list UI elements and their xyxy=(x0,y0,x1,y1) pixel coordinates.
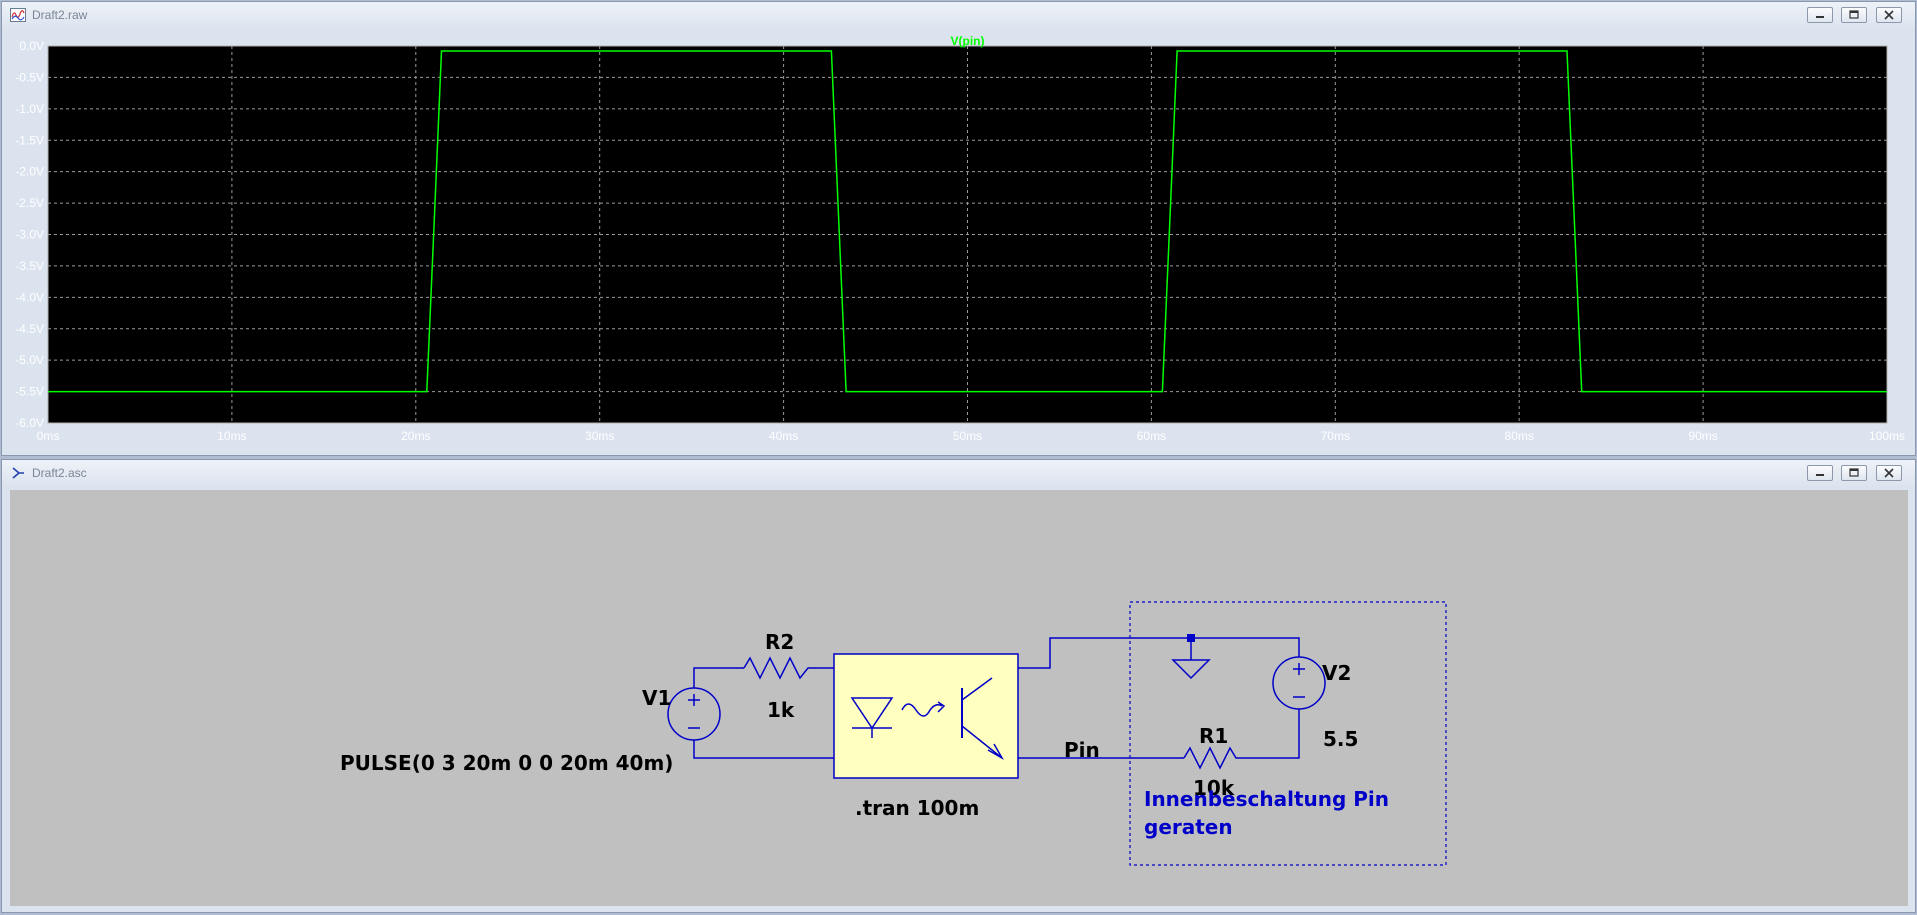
optocoupler[interactable] xyxy=(833,653,1019,779)
x-tick-label: 70ms xyxy=(1321,429,1350,443)
x-tick-label: 60ms xyxy=(1137,429,1166,443)
schematic-window: Draft2.asc V1 PULSE(0 3 20m 0 0 20m 40m)… xyxy=(1,459,1916,913)
v2-value-label[interactable]: 5.5 xyxy=(1323,727,1358,751)
y-tick-label: -5.0V xyxy=(15,353,44,367)
x-tick-label: 40ms xyxy=(769,429,798,443)
y-tick-label: -1.0V xyxy=(15,102,44,116)
schematic-canvas[interactable]: V1 PULSE(0 3 20m 0 0 20m 40m) R2 1k V2 5… xyxy=(10,490,1908,906)
schematic-icon xyxy=(12,467,24,479)
close-button[interactable] xyxy=(1876,465,1902,481)
minimize-button[interactable] xyxy=(1807,7,1833,23)
minimize-icon xyxy=(1816,16,1824,18)
r2-value-label[interactable]: 1k xyxy=(767,698,794,722)
waveform-window-title: Draft2.raw xyxy=(32,8,88,22)
comment-text-line1[interactable]: Innenbeschaltung Pin xyxy=(1144,785,1389,813)
y-tick-label: -2.5V xyxy=(15,196,44,210)
minimize-icon xyxy=(1816,474,1824,476)
restore-icon xyxy=(1849,10,1859,19)
y-tick-label: -6.0V xyxy=(15,416,44,430)
y-tick-label: -4.0V xyxy=(15,290,44,304)
wire-v1-r2[interactable] xyxy=(693,667,744,688)
x-tick-label: 90ms xyxy=(1688,429,1717,443)
v2-name-label[interactable]: V2 xyxy=(1322,661,1351,685)
spice-directive[interactable]: .tran 100m xyxy=(855,796,979,820)
close-icon xyxy=(1884,10,1894,20)
y-tick-label: -0.5V xyxy=(15,70,44,84)
r2-name-label[interactable]: R2 xyxy=(765,630,794,654)
v1-name-label[interactable]: V1 xyxy=(642,686,671,710)
y-tick-label: -3.5V xyxy=(15,259,44,273)
schematic-window-title: Draft2.asc xyxy=(32,466,87,480)
minimize-button[interactable] xyxy=(1807,465,1833,481)
waveform-icon xyxy=(10,8,26,22)
x-tick-label: 50ms xyxy=(953,429,982,443)
waveform-window-titlebar[interactable]: Draft2.raw xyxy=(2,2,1915,28)
y-tick-label: 0.0V xyxy=(19,39,44,53)
v1-value-label[interactable]: PULSE(0 3 20m 0 0 20m 40m) xyxy=(340,751,673,775)
x-tick-label: 80ms xyxy=(1505,429,1534,443)
comment-text-line2[interactable]: geraten xyxy=(1144,813,1233,841)
restore-icon xyxy=(1849,468,1859,477)
close-button[interactable] xyxy=(1876,7,1902,23)
resistor-r1[interactable] xyxy=(1183,746,1240,770)
y-tick-label: -3.0V xyxy=(15,228,44,242)
x-tick-label: 10ms xyxy=(217,429,246,443)
trace-label-vpin: V(pin) xyxy=(951,34,985,48)
waveform-plot[interactable]: 0ms 10ms 20ms 30ms 40ms 50ms 60ms 70ms 80ms 90ms 1… xyxy=(9,34,1909,452)
maximize-button[interactable] xyxy=(1841,465,1867,481)
maximize-button[interactable] xyxy=(1841,7,1867,23)
x-tick-label: 30ms xyxy=(585,429,614,443)
y-tick-label: -1.5V xyxy=(15,133,44,147)
voltage-source-v2[interactable] xyxy=(1272,656,1326,710)
schematic-drawing[interactable] xyxy=(10,490,1908,906)
voltage-source-v1[interactable] xyxy=(667,687,721,741)
x-tick-label: 0ms xyxy=(37,429,60,443)
waveform-window: Draft2.raw 0ms 10ms 20ms 30ms 40ms 50ms 60ms 70… xyxy=(1,1,1916,456)
y-tick-label: -4.5V xyxy=(15,322,44,336)
r1-name-label[interactable]: R1 xyxy=(1199,724,1228,748)
resistor-r2[interactable] xyxy=(743,656,814,680)
x-tick-label: 100ms xyxy=(1869,429,1905,443)
schematic-window-titlebar[interactable]: Draft2.asc xyxy=(2,460,1915,486)
close-icon xyxy=(1884,468,1894,478)
x-tick-label: 20ms xyxy=(401,429,430,443)
wire-r1-v2[interactable] xyxy=(1240,709,1300,759)
y-tick-label: -2.0V xyxy=(15,165,44,179)
y-tick-label: -5.5V xyxy=(15,385,44,399)
net-label-pin[interactable]: Pin xyxy=(1064,738,1100,762)
